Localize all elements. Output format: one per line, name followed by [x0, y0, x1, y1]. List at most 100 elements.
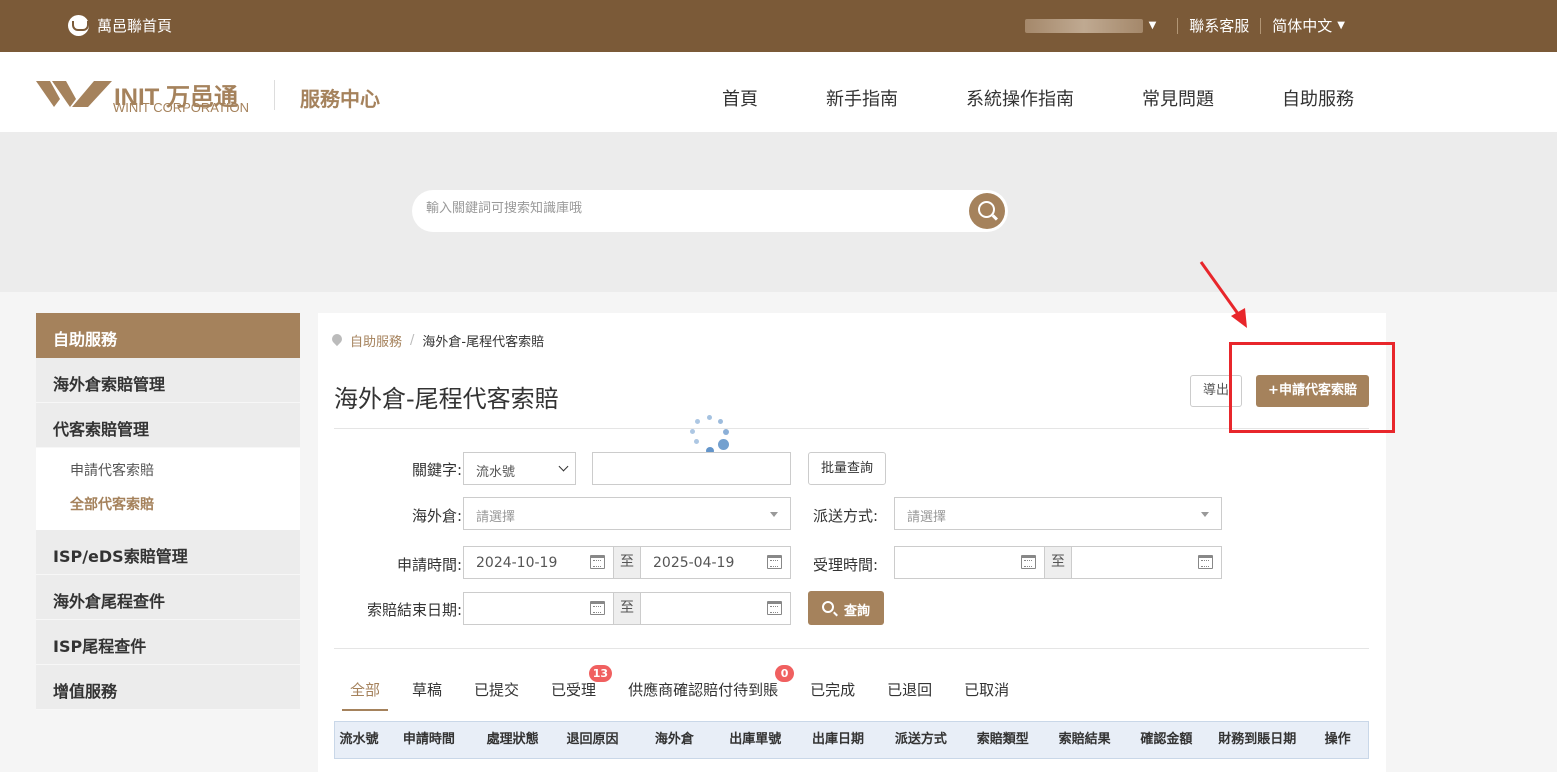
tab-label: 全部 [350, 681, 381, 699]
column-header: 操作 [1324, 732, 1351, 747]
range-separator: 至 [1045, 546, 1071, 579]
language-label: 简体中文 [1272, 17, 1333, 35]
contact-support-link[interactable]: 聯系客服 [1189, 15, 1249, 36]
warehouse-select[interactable]: 請選擇 [463, 497, 791, 530]
tab-returned[interactable]: 已退回 [871, 673, 948, 711]
calendar-icon[interactable] [1198, 555, 1213, 569]
delivery-method-select[interactable]: 請選擇 [894, 497, 1222, 530]
header: INIT 万邑通 WINIT CORPORATION 服務中心 首頁 新手指南 … [0, 52, 1557, 132]
apply-time-to-input[interactable]: 2025-04-19 [640, 546, 791, 579]
tab-supplier-confirmed[interactable]: 供應商確認賠付待到賬 0 [612, 665, 795, 711]
count-badge: 13 [588, 665, 613, 682]
caret-down-icon [1201, 512, 1209, 517]
column-header: 申請時間 [402, 732, 455, 747]
logo-corp-text: WINIT CORPORATION [113, 100, 250, 115]
sidebar-item-warehouse-claims[interactable]: 海外倉索賠管理 [36, 358, 300, 403]
annotation-arrow-icon [1199, 261, 1247, 328]
warehouse-label: 海外倉: [411, 507, 462, 525]
range-separator: 至 [614, 546, 640, 579]
tab-cancelled[interactable]: 已取消 [948, 673, 1025, 711]
delivery-method-placeholder: 請選擇 [907, 510, 947, 525]
service-center-title: 服務中心 [300, 87, 380, 111]
calendar-icon[interactable] [590, 555, 605, 569]
calendar-icon[interactable] [767, 601, 782, 615]
nav-faq[interactable]: 常見問題 [1142, 85, 1214, 111]
tab-label: 供應商確認賠付待到賬 [628, 681, 779, 699]
divider [1260, 17, 1262, 34]
tab-label: 已提交 [474, 681, 520, 699]
main-nav: 首頁 新手指南 系統操作指南 常見問題 自助服務 [722, 85, 1354, 111]
apply-time-label: 申請時間: [396, 556, 462, 574]
tab-label: 已完成 [810, 681, 856, 699]
sidebar-item-warehouse-tracking[interactable]: 海外倉尾程查件 [36, 575, 300, 620]
tab-accepted[interactable]: 已受理 13 [535, 665, 613, 711]
keyword-type-select[interactable]: 流水號 [463, 452, 576, 485]
main-panel: 自助服務 / 海外倉-尾程代客索賠 海外倉-尾程代客索賠 導出 +申請代客索賠 … [318, 313, 1386, 772]
tab-draft[interactable]: 草稿 [396, 673, 458, 711]
column-header: 海外倉 [654, 732, 694, 747]
location-pin-icon [332, 334, 342, 347]
sidebar-header[interactable]: 自助服務 [36, 313, 300, 358]
sidebar-item-isp-tracking[interactable]: ISP尾程查件 [36, 620, 300, 665]
batch-query-button[interactable]: 批量查詢 [808, 452, 886, 485]
sidebar-subitem-apply[interactable]: 申請代客索賠 [70, 454, 300, 488]
tab-all[interactable]: 全部 [334, 673, 396, 711]
claim-end-from-input[interactable] [463, 592, 614, 625]
query-button-label: 查詢 [844, 604, 871, 619]
sidebar-subitem-all[interactable]: 全部代客索賠 [70, 488, 300, 522]
page-title: 海外倉-尾程代客索賠 [334, 385, 559, 413]
divider [334, 428, 1369, 429]
sidebar-item-value-added[interactable]: 增值服務 [36, 665, 300, 710]
delivery-method-label: 派送方式: [812, 507, 878, 525]
calendar-icon[interactable] [590, 601, 605, 615]
apply-time-from-input[interactable]: 2024-10-19 [463, 546, 614, 579]
range-separator: 至 [614, 592, 640, 625]
tab-label: 已退回 [887, 681, 933, 699]
search-banner [0, 132, 1557, 292]
accept-time-from-input[interactable] [894, 546, 1045, 579]
chevron-down-icon [558, 461, 569, 472]
query-button[interactable]: 查詢 [808, 591, 884, 625]
calendar-icon[interactable] [767, 555, 782, 569]
winit-logo-mark [36, 81, 112, 107]
home-link[interactable]: 萬邑聯首頁 [68, 15, 172, 36]
nav-home[interactable]: 首頁 [722, 85, 758, 111]
accept-time-label: 受理時間: [812, 556, 878, 574]
column-header: 財務到賬日期 [1218, 732, 1297, 747]
nav-self-service[interactable]: 自助服務 [1282, 85, 1354, 111]
column-header: 處理狀態 [486, 732, 539, 747]
nav-system-guide[interactable]: 系統操作指南 [966, 85, 1074, 111]
search-input[interactable] [426, 201, 946, 216]
chevron-down-icon: ▼ [1148, 20, 1157, 31]
language-selector[interactable]: 简体中文 ▼ [1272, 15, 1345, 36]
tab-completed[interactable]: 已完成 [794, 673, 871, 711]
keyword-input[interactable] [592, 452, 791, 485]
accept-time-to-input[interactable] [1071, 546, 1222, 579]
count-badge: 0 [775, 665, 795, 682]
breadcrumb-parent[interactable]: 自助服務 [350, 331, 402, 350]
divider [334, 648, 1369, 649]
header-divider [274, 80, 275, 110]
column-header: 流水號 [339, 732, 379, 747]
claim-end-date-label: 索賠結束日期: [366, 601, 462, 619]
winit-logo[interactable]: INIT 万邑通 WINIT CORPORATION [36, 77, 250, 117]
keyword-type-value: 流水號 [476, 465, 516, 480]
column-header: 索賠類型 [976, 732, 1029, 747]
user-menu[interactable]: ▼ [1024, 18, 1167, 33]
column-header: 確認金額 [1140, 732, 1193, 747]
nav-beginner-guide[interactable]: 新手指南 [826, 85, 898, 111]
search-icon [822, 601, 834, 613]
apply-time-from-value: 2024-10-19 [476, 555, 558, 571]
claim-end-to-input[interactable] [640, 592, 791, 625]
divider [1177, 17, 1179, 34]
sidebar-item-isp-eds-claims[interactable]: ISP/eDS索賠管理 [36, 530, 300, 575]
status-tabs: 全部 草稿 已提交 已受理 13 供應商確認賠付待到賬 0 已完成 已退回 已取… [334, 665, 1025, 711]
column-header: 派送方式 [894, 732, 947, 747]
sidebar-item-agent-claims[interactable]: 代客索賠管理 [36, 403, 300, 448]
search-icon[interactable] [969, 193, 1005, 229]
tab-submitted[interactable]: 已提交 [458, 673, 535, 711]
apply-time-to-value: 2025-04-19 [653, 555, 735, 571]
column-header: 出庫單號 [729, 732, 782, 747]
warehouse-placeholder: 請選擇 [476, 510, 516, 525]
calendar-icon[interactable] [1021, 555, 1036, 569]
